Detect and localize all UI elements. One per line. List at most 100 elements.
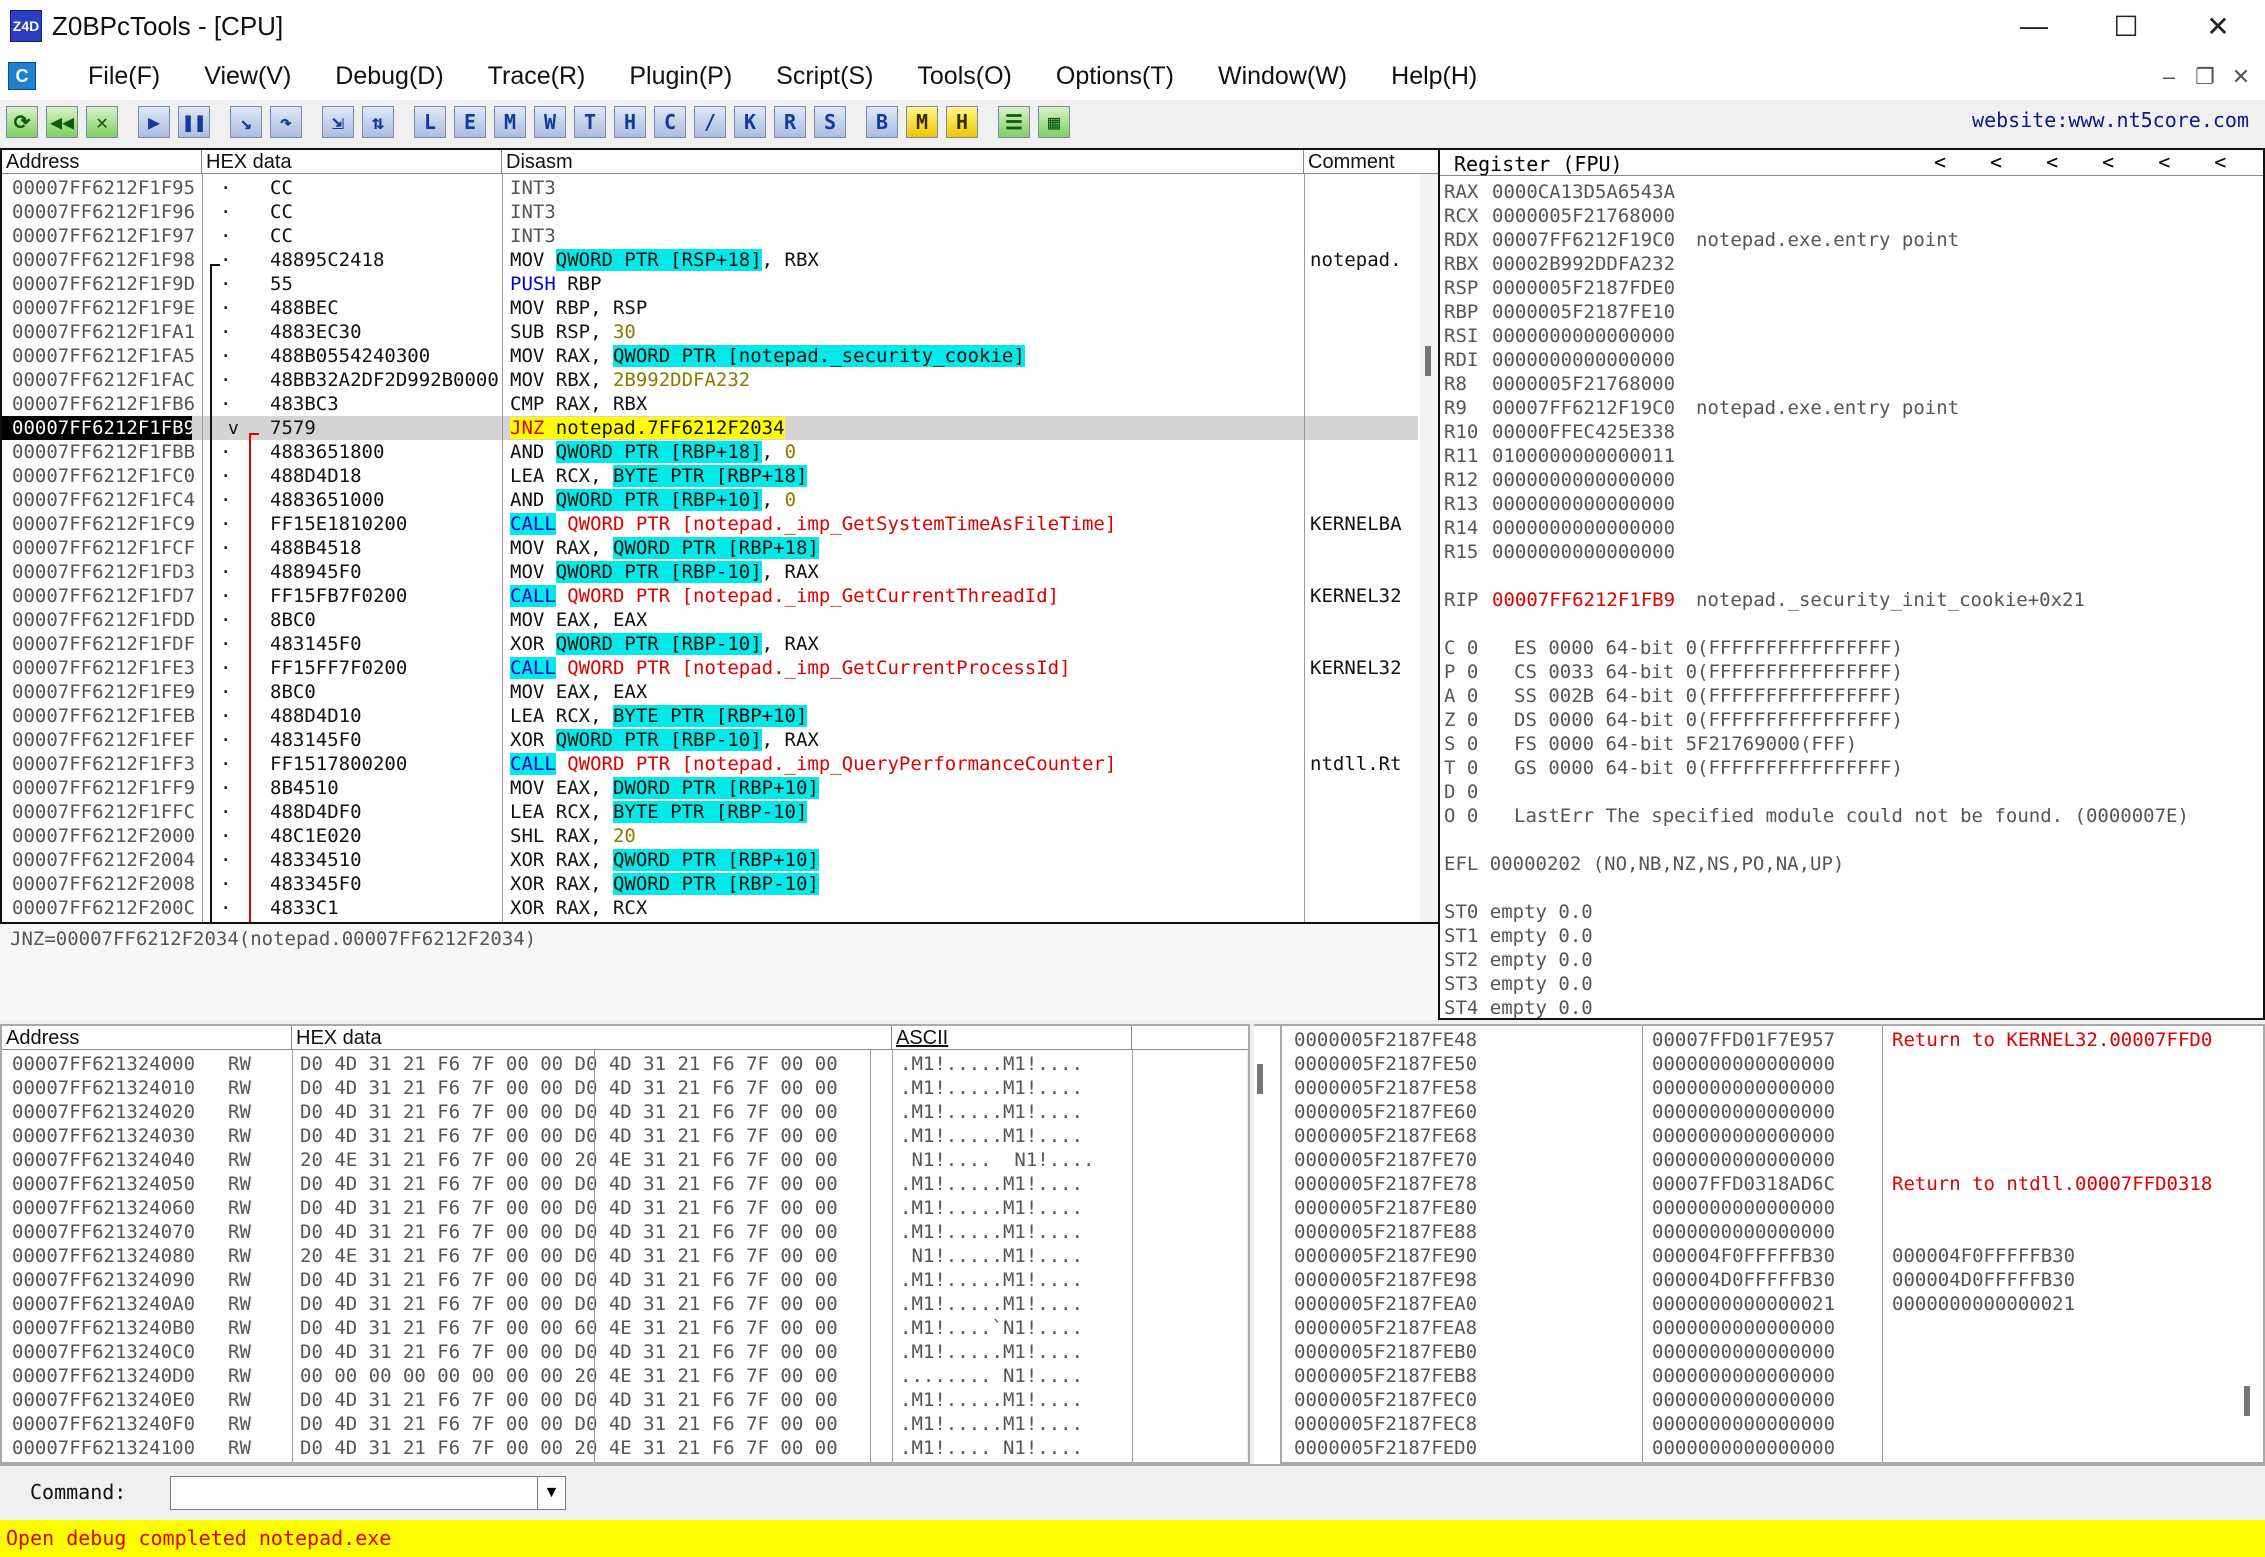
stack-row[interactable]: 0000005F2187FEA8 0000000000000000 xyxy=(1282,1316,2242,1340)
stack-row[interactable]: 0000005F2187FE78 00007FFD0318AD6C Return t… xyxy=(1282,1172,2242,1196)
dump-col-header-ascii[interactable]: ASCII xyxy=(892,1026,1132,1050)
stack-row[interactable]: 0000005F2187FEB8 0000000000000000 xyxy=(1282,1364,2242,1388)
menu-item-trace[interactable]: Trace(R) xyxy=(488,62,586,91)
dump-row[interactable]: 00007FF621324090 RW D0 4D 31 21 F6 7F 00 0… xyxy=(2,1268,1246,1292)
menu-item-window[interactable]: Window(W) xyxy=(1218,62,1347,91)
stack-row[interactable]: 0000005F2187FE70 0000000000000000 xyxy=(1282,1148,2242,1172)
toolbar-r-button[interactable]: R xyxy=(774,106,806,138)
stack-row[interactable]: 0000005F2187FE88 0000000000000000 xyxy=(1282,1220,2242,1244)
disasm-row[interactable]: 00007FF6212F1FEB 488D4D10 LEA RCX, BYTE PT… xyxy=(2,704,1418,728)
col-header-disasm[interactable]: Disasm xyxy=(502,150,1304,174)
close-window-button[interactable]: ✕ xyxy=(2172,0,2264,52)
disasm-row[interactable]: 00007FF6212F200C 4833C1 XOR RAX, RCX · xyxy=(2,896,1418,920)
stack-row[interactable]: 0000005F2187FEC0 0000000000000000 xyxy=(1282,1388,2242,1412)
menu-item-help[interactable]: Help(H) xyxy=(1391,62,1477,91)
toolbar-k-button[interactable]: K xyxy=(734,106,766,138)
dump-row[interactable]: 00007FF621324020 RW D0 4D 31 21 F6 7F 00 0… xyxy=(2,1100,1246,1124)
col-header-hex[interactable]: HEX data xyxy=(202,150,502,174)
row-address[interactable]: 00007FF6212F1FD7 xyxy=(12,584,202,608)
register-nav-arrow[interactable]: < xyxy=(2102,150,2114,174)
toolbar-rewind-button[interactable]: ◀◀ xyxy=(46,106,78,138)
row-address[interactable]: 00007FF6212F1FE9 xyxy=(12,680,202,704)
disasm-row[interactable]: 00007FF6212F1FB9 7579 JNZ notepad.7FF6212F… xyxy=(2,416,1418,440)
row-address[interactable]: 00007FF6212F1F95 xyxy=(12,176,202,200)
row-address[interactable]: 00007FF6212F1FC4 xyxy=(12,488,202,512)
dump-row[interactable]: 00007FF621324000 RW D0 4D 31 21 F6 7F 00 0… xyxy=(2,1052,1246,1076)
dump-row[interactable]: 00007FF621324100 RW D0 4D 31 21 F6 7F 00 0… xyxy=(2,1436,1246,1460)
toolbar-e-button[interactable]: E xyxy=(454,106,486,138)
disasm-scroll-thumb[interactable] xyxy=(1425,346,1431,376)
disasm-row[interactable]: 00007FF6212F1F97 CC INT3 · xyxy=(2,224,1418,248)
register-nav-arrow[interactable]: < xyxy=(2046,150,2058,174)
toolbar-trace-over-button[interactable]: ⇅ xyxy=(362,106,394,138)
row-address[interactable]: 00007FF6212F2000 xyxy=(12,824,202,848)
disasm-row[interactable]: 00007FF6212F1FC0 488D4D18 LEA RCX, BYTE PT… xyxy=(2,464,1418,488)
dump-row[interactable]: 00007FF6213240C0 RW D0 4D 31 21 F6 7F 00 0… xyxy=(2,1340,1246,1364)
dump-vscroll-thumb[interactable] xyxy=(1257,1064,1263,1094)
row-address[interactable]: 00007FF6212F1FCF xyxy=(12,536,202,560)
command-input[interactable]: ▼ xyxy=(170,1476,566,1510)
toolbar-c-button[interactable]: C xyxy=(654,106,686,138)
row-address[interactable]: 00007FF6212F1FFC xyxy=(12,800,202,824)
toolbar-l-button[interactable]: L xyxy=(414,106,446,138)
row-address[interactable]: 00007FF6212F2004 xyxy=(12,848,202,872)
disasm-scrollbar[interactable] xyxy=(1420,174,1438,922)
menu-item-view[interactable]: View(V) xyxy=(204,62,291,91)
minimize-button[interactable]: — xyxy=(1988,0,2080,52)
toolbar-list-button[interactable]: ☰ xyxy=(998,106,1030,138)
disasm-row[interactable]: 00007FF6212F1FDD 8BC0 MOV EAX, EAX · xyxy=(2,608,1418,632)
menu-item-tools[interactable]: Tools(O) xyxy=(917,62,1011,91)
row-address[interactable]: 00007FF6212F1FB6 xyxy=(12,392,202,416)
dump-col-header-address[interactable]: Address xyxy=(2,1026,292,1050)
toolbar-close-debug-button[interactable]: ✕ xyxy=(86,106,118,138)
dump-row[interactable]: 00007FF621324040 RW 20 4E 31 21 F6 7F 00 0… xyxy=(2,1148,1246,1172)
mdi-close-button[interactable]: ✕ xyxy=(2223,62,2259,92)
row-address[interactable]: 00007FF6212F1FC9 xyxy=(12,512,202,536)
toolbar-m-yellow-button[interactable]: M xyxy=(906,106,938,138)
dump-row[interactable]: 00007FF6213240E0 RW D0 4D 31 21 F6 7F 00 0… xyxy=(2,1388,1246,1412)
stack-row[interactable]: 0000005F2187FE90 000004F0FFFFFB30 000004F0… xyxy=(1282,1244,2242,1268)
toolbar-grid-button[interactable]: ▦ xyxy=(1038,106,1070,138)
register-nav-arrow[interactable]: < xyxy=(2214,150,2226,174)
disasm-row[interactable]: 00007FF6212F1F9D 55 PUSH RBP · xyxy=(2,272,1418,296)
stack-scroll-thumb[interactable] xyxy=(2244,1386,2250,1416)
cpu-window-icon[interactable]: C xyxy=(8,62,36,90)
row-address[interactable]: 00007FF6212F1FEB xyxy=(12,704,202,728)
maximize-button[interactable]: ☐ xyxy=(2080,0,2172,52)
disasm-row[interactable]: 00007FF6212F2004 48334510 XOR RAX, QWORD P… xyxy=(2,848,1418,872)
dump-row[interactable]: 00007FF621324050 RW D0 4D 31 21 F6 7F 00 0… xyxy=(2,1172,1246,1196)
toolbar-b-button[interactable]: B xyxy=(866,106,898,138)
toolbar-restart-button[interactable]: ⟳ xyxy=(6,106,38,138)
dump-row[interactable]: 00007FF6213240D0 RW 00 00 00 00 00 00 00 0… xyxy=(2,1364,1246,1388)
disasm-row[interactable]: 00007FF6212F2000 48C1E020 SHL RAX, 20 · xyxy=(2,824,1418,848)
disasm-row[interactable]: 00007FF6212F1FA1 4883EC30 SUB RSP, 30 · xyxy=(2,320,1418,344)
row-address[interactable]: 00007FF6212F1FD3 xyxy=(12,560,202,584)
dump-vscroll[interactable] xyxy=(1254,1024,1280,1464)
stack-row[interactable]: 0000005F2187FE80 0000000000000000 xyxy=(1282,1196,2242,1220)
disasm-row[interactable]: 00007FF6212F1FEF 483145F0 XOR QWORD PTR [R… xyxy=(2,728,1418,752)
register-nav-arrow[interactable]: < xyxy=(1934,150,1946,174)
menu-item-script[interactable]: Script(S) xyxy=(776,62,873,91)
toolbar-step-into-button[interactable]: ↘ xyxy=(230,106,262,138)
disasm-row[interactable]: 00007FF6212F1FC4 4883651000 AND QWORD PTR … xyxy=(2,488,1418,512)
menu-item-file[interactable]: File(F) xyxy=(88,62,160,91)
dump-row[interactable]: 00007FF621324010 RW D0 4D 31 21 F6 7F 00 0… xyxy=(2,1076,1246,1100)
disasm-row[interactable]: 00007FF6212F1F9E 488BEC MOV RBP, RSP · xyxy=(2,296,1418,320)
disasm-row[interactable]: 00007FF6212F1FF9 8B4510 MOV EAX, DWORD PTR… xyxy=(2,776,1418,800)
disasm-panel[interactable]: Address HEX data Disasm Comment 00007FF6… xyxy=(0,148,1440,924)
dump-row[interactable]: 00007FF621324070 RW D0 4D 31 21 F6 7F 00 0… xyxy=(2,1220,1246,1244)
disasm-row[interactable]: 00007FF6212F1FE9 8BC0 MOV EAX, EAX · xyxy=(2,680,1418,704)
toolbar-t-button[interactable]: T xyxy=(574,106,606,138)
disasm-row[interactable]: 00007FF6212F1FA5 488B0554240300 MOV RAX, Q… xyxy=(2,344,1418,368)
disasm-row[interactable]: 00007FF6212F1FB6 483BC3 CMP RAX, RBX · xyxy=(2,392,1418,416)
dump-panel[interactable]: Address HEX data ASCII 00007FF621324000 R… xyxy=(0,1024,1250,1464)
dump-scrollbar[interactable] xyxy=(1246,1050,1248,1460)
toolbar-slash-button[interactable]: / xyxy=(694,106,726,138)
row-address[interactable]: 00007FF6212F1FDF xyxy=(12,632,202,656)
dump-col-header-hex[interactable]: HEX data xyxy=(292,1026,892,1050)
row-address[interactable]: 00007FF6212F1FDD xyxy=(12,608,202,632)
row-address[interactable]: 00007FF6212F1FF9 xyxy=(12,776,202,800)
disasm-row[interactable]: 00007FF6212F1FDF 483145F0 XOR QWORD PTR [R… xyxy=(2,632,1418,656)
disasm-row[interactable]: 00007FF6212F1FCF 488B4518 MOV RAX, QWORD P… xyxy=(2,536,1418,560)
dump-row[interactable]: 00007FF621324060 RW D0 4D 31 21 F6 7F 00 0… xyxy=(2,1196,1246,1220)
